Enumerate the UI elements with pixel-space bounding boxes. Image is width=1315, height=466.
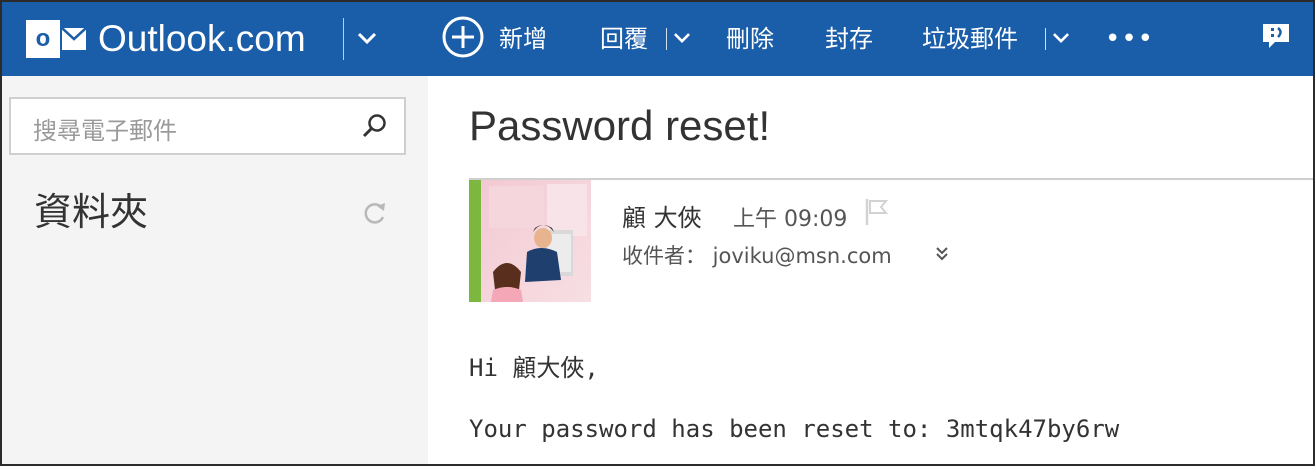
chevron-down-icon[interactable] — [674, 33, 690, 44]
chat-icon[interactable] — [1261, 22, 1291, 50]
divider — [1045, 28, 1046, 50]
archive-button[interactable]: 封存 — [825, 22, 873, 56]
plus-circle-icon[interactable] — [442, 16, 484, 58]
header-divider — [469, 178, 1313, 180]
recipient-line: 收件者： joviku@msn.com — [622, 244, 892, 268]
refresh-icon[interactable] — [362, 200, 388, 226]
outlook-logo-icon[interactable]: o — [26, 20, 88, 58]
logo-letter: o — [26, 20, 60, 58]
chevron-down-icon[interactable] — [358, 33, 376, 45]
left-pane: 搜尋電子郵件 資料夾 — [2, 76, 428, 464]
top-bar: o Outlook.com 新增 回覆 刪除 封存 垃圾郵件 ••• — [2, 2, 1313, 76]
junk-button[interactable]: 垃圾郵件 — [922, 22, 1018, 56]
message-greeting: Hi 顧大俠, — [469, 354, 599, 382]
divider — [343, 18, 344, 60]
brand-name[interactable]: Outlook.com — [98, 14, 306, 64]
delete-button[interactable]: 刪除 — [726, 22, 774, 56]
avatar[interactable] — [481, 180, 591, 302]
flag-icon[interactable] — [864, 198, 890, 226]
sent-time: 上午 09:09 — [733, 207, 848, 232]
reply-button[interactable]: 回覆 — [600, 22, 648, 56]
chevron-down-icon[interactable] — [1053, 33, 1069, 44]
message-body: Your password has been reset to: 3mtqk47… — [469, 415, 1120, 443]
outlook-window: o Outlook.com 新增 回覆 刪除 封存 垃圾郵件 ••• 搜尋電子郵… — [0, 0, 1315, 466]
search-icon[interactable] — [362, 113, 388, 139]
search-box[interactable]: 搜尋電子郵件 — [9, 97, 406, 155]
envelope-icon — [62, 28, 86, 50]
search-input[interactable]: 搜尋電子郵件 — [33, 111, 177, 146]
message-subject: Password reset! — [469, 102, 771, 149]
new-button[interactable]: 新增 — [499, 22, 547, 56]
double-chevron-down-icon[interactable] — [935, 246, 949, 262]
sender-accent-bar — [469, 180, 481, 302]
more-actions-button[interactable]: ••• — [1105, 26, 1154, 52]
sender-name[interactable]: 顧 大俠 — [622, 198, 702, 233]
folders-heading[interactable]: 資料夾 — [34, 181, 148, 236]
divider — [666, 28, 667, 50]
